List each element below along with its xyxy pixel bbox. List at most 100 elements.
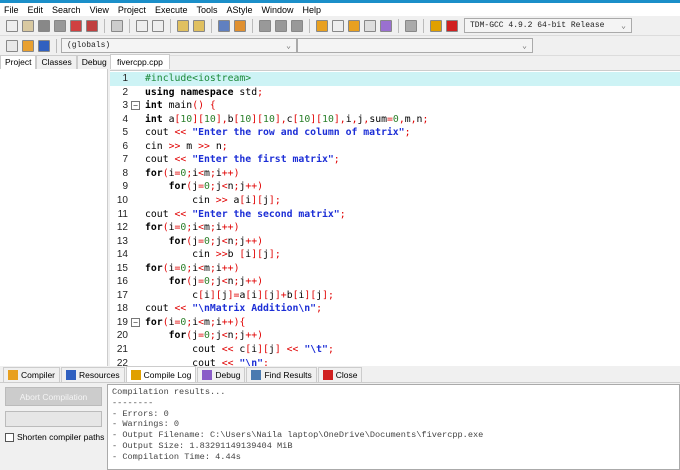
code-text: cout << "Enter the first matrix";: [145, 154, 340, 166]
menu-bar: File Edit Search View Project Execute Tools ASt…: [0, 3, 680, 16]
code-line[interactable]: 5 cout << "Enter the row and column of ma…: [110, 126, 680, 140]
compile-progress-box: [5, 411, 102, 427]
code-line[interactable]: 6 cin >> m >> n;: [110, 140, 680, 154]
new-file-icon[interactable]: [6, 19, 18, 32]
code-line[interactable]: 18 cout << "\nMatrix Addition\n";: [110, 302, 680, 316]
undo-icon[interactable]: [136, 19, 148, 32]
code-line[interactable]: 3− int main() {: [110, 99, 680, 113]
code-line[interactable]: 14 cin >>b [i][j];: [110, 248, 680, 262]
tab-resources[interactable]: Resources: [61, 367, 125, 382]
menu-tools[interactable]: Tools: [196, 5, 217, 15]
compile-icon[interactable]: [316, 19, 328, 32]
code-text: for(j=0;j<n;j++): [168, 235, 264, 247]
menu-execute[interactable]: Execute: [155, 5, 188, 15]
tab-close[interactable]: Close: [317, 367, 363, 382]
code-line[interactable]: 21 cout << c[i][j] << "\t";: [110, 343, 680, 357]
redo-icon[interactable]: [152, 19, 164, 32]
code-text: cout << c[i][j] << "\t";: [145, 344, 334, 355]
unindent-icon[interactable]: [234, 19, 246, 32]
goto-icon[interactable]: [22, 39, 34, 52]
tab-compile-log[interactable]: Compile Log: [125, 366, 197, 382]
toolbar-separator: [252, 18, 253, 33]
compile-log[interactable]: Compilation results... -------- - Errors: …: [107, 384, 680, 470]
run-icon[interactable]: [332, 19, 344, 32]
close-all-icon[interactable]: [86, 19, 98, 32]
goto-fwd-icon[interactable]: [275, 19, 287, 32]
log-line: - Errors: 0: [112, 408, 169, 419]
menu-view[interactable]: View: [90, 5, 109, 15]
checkbox-icon[interactable]: [5, 432, 14, 442]
menu-help[interactable]: Help: [303, 5, 322, 15]
menu-edit[interactable]: Edit: [28, 5, 44, 15]
debug-icon[interactable]: [446, 19, 458, 32]
indent-icon[interactable]: [218, 19, 230, 32]
line-number: 12: [116, 222, 128, 234]
menu-project[interactable]: Project: [118, 5, 146, 15]
code-line[interactable]: 17 c[i][j]=a[i][j]+b[i][j];: [110, 289, 680, 303]
menu-astyle[interactable]: AStyle: [226, 5, 252, 15]
tab-label: Resources: [79, 370, 120, 380]
save-all-icon[interactable]: [54, 19, 66, 32]
code-line[interactable]: 7 cout << "Enter the first matrix";: [110, 153, 680, 167]
tab-classes[interactable]: Classes: [36, 55, 77, 69]
code-text: #include<iostream>: [145, 73, 252, 84]
menu-search[interactable]: Search: [52, 5, 81, 15]
tab-project[interactable]: Project: [0, 55, 37, 69]
toolbar-separator: [170, 18, 171, 33]
code-line[interactable]: 8 for(i=0;i<m;i++): [110, 167, 680, 181]
compiler-select[interactable]: TDM-GCC 4.9.2 64-bit Release ⌄: [464, 18, 632, 33]
grid-icon: [8, 370, 18, 380]
code-line[interactable]: 16 for(j=0;j<n;j++): [110, 275, 680, 289]
line-number: 10: [116, 194, 128, 206]
compile-run-icon[interactable]: [348, 19, 360, 32]
profile-icon[interactable]: [430, 19, 442, 32]
menu-window[interactable]: Window: [262, 5, 294, 15]
fold-collapse-icon[interactable]: −: [131, 101, 140, 111]
code-line[interactable]: 2 using namespace std;: [110, 86, 680, 100]
stop-icon[interactable]: [405, 19, 417, 32]
log-line: --------: [112, 397, 154, 408]
code-line[interactable]: 12 for(i=0;i<m;i++): [110, 221, 680, 235]
tab-compiler[interactable]: Compiler: [3, 367, 61, 382]
find-icon[interactable]: [177, 19, 189, 32]
code-editor[interactable]: 1 #include<iostream> 2 using namespace std;…: [110, 70, 680, 366]
rebuild-icon[interactable]: [364, 19, 376, 32]
code-line[interactable]: 13 for(j=0;j<n;j++): [110, 235, 680, 249]
code-line[interactable]: 4 int a[10][10],b[10][10],c[10][10],i,j,s…: [110, 113, 680, 127]
replace-icon[interactable]: [193, 19, 205, 32]
code-line[interactable]: 9 for(j=0;j<n;j++): [110, 180, 680, 194]
class-icon[interactable]: [6, 39, 18, 52]
line-number: 6: [122, 140, 128, 152]
code-line[interactable]: 11 cout << "Enter the second matrix";: [110, 208, 680, 222]
left-panel-tabs: Project Classes Debug: [0, 55, 112, 69]
fold-collapse-icon[interactable]: −: [131, 317, 140, 327]
toggle-bookmark-icon[interactable]: [291, 19, 303, 32]
save-icon[interactable]: [38, 19, 50, 32]
menu-file[interactable]: File: [4, 5, 19, 15]
tab-debug[interactable]: Debug: [197, 367, 246, 382]
editor-tab-file[interactable]: fivercpp.cpp: [110, 54, 170, 69]
code-line[interactable]: 19− for(i=0;i<m;i++){: [110, 316, 680, 330]
log-line: - Output Filename: C:\Users\Naila laptop…: [112, 430, 484, 441]
shorten-paths-checkbox[interactable]: Shorten compiler paths: [5, 432, 104, 442]
code-text: cin >> a[i][j];: [145, 194, 281, 206]
code-line[interactable]: 10 cin >> a[i][j];: [110, 194, 680, 208]
tab-debug[interactable]: Debug: [76, 55, 112, 69]
check-icon: [202, 370, 213, 380]
code-line[interactable]: 1 #include<iostream>: [110, 72, 680, 86]
code-line[interactable]: 20 for(j=0;j<n;j++): [110, 329, 680, 343]
check-syntax-icon[interactable]: [380, 19, 392, 32]
bookmark-icon[interactable]: [38, 39, 50, 52]
open-icon[interactable]: [22, 19, 34, 32]
globals-value: (globals): [67, 41, 111, 50]
abort-compilation-button[interactable]: Abort Compilation: [5, 387, 102, 406]
code-line[interactable]: 22 cout << "\n";: [110, 357, 680, 366]
member-select[interactable]: ⌄: [297, 38, 533, 53]
code-line[interactable]: 15 for(i=0;i<m;i++): [110, 262, 680, 276]
tab-find-results[interactable]: Find Results: [246, 367, 317, 382]
goto-back-icon[interactable]: [259, 19, 271, 32]
toolbar-separator: [398, 18, 399, 33]
close-file-icon[interactable]: [70, 19, 82, 32]
globals-select[interactable]: (globals) ⌄: [61, 38, 297, 53]
print-icon[interactable]: [111, 19, 123, 32]
